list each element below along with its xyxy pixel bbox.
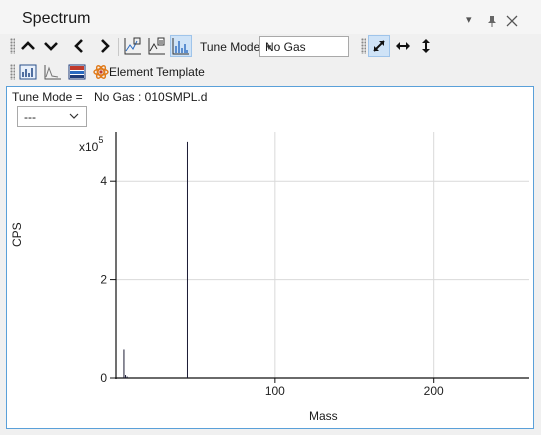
previous-button[interactable] <box>68 35 90 57</box>
y-multiplier-label: x105 <box>79 135 104 154</box>
toolbar-navigation: Tune Mode: No Gas ▼ <box>0 35 541 59</box>
periodic-table-icon <box>68 64 86 80</box>
spectrum-panel: Tune Mode = No Gas : 010SMPL.d --- 0 2 4 10… <box>6 86 534 429</box>
chevron-up-icon <box>21 41 35 50</box>
panel-title-bar: Spectrum ▾ <box>0 0 541 34</box>
close-icon[interactable] <box>506 15 518 30</box>
x-tick-label: 200 <box>424 384 444 398</box>
tune-mode-dropdown[interactable]: No Gas ▼ <box>259 36 349 57</box>
y-multiplier-exponent: 5 <box>98 135 104 145</box>
panel-menu-icon[interactable]: ▾ <box>466 13 472 26</box>
toolbar-separator <box>118 38 119 56</box>
fit-both-axes-button[interactable] <box>368 35 390 57</box>
spectrum-copy-icon <box>148 37 165 55</box>
chart-grid <box>116 132 529 378</box>
next-button[interactable] <box>94 35 116 57</box>
bar-chart-icon <box>19 64 37 80</box>
chevron-down-icon <box>44 42 58 51</box>
chevron-right-icon <box>101 39 110 53</box>
up-arrow-button[interactable] <box>17 35 39 57</box>
pin-icon[interactable] <box>487 15 497 30</box>
copy-spectrum-button[interactable] <box>146 35 168 57</box>
chart-tick-labels: 0 2 4 100 200 <box>100 174 444 398</box>
y-tick-label: 0 <box>100 371 107 385</box>
periodic-table-button[interactable] <box>66 61 88 83</box>
x-axis-label: Mass <box>309 409 338 423</box>
overlay-spectrum-button[interactable] <box>122 35 144 57</box>
bar-spectrum-button[interactable] <box>17 61 39 83</box>
vertical-arrows-icon <box>422 39 430 53</box>
atom-icon <box>93 65 109 79</box>
spectrum-overlay-icon <box>124 37 141 55</box>
tune-mode-label: Tune Mode: <box>200 40 264 54</box>
chart-axes <box>110 132 529 383</box>
fit-vertical-button[interactable] <box>415 35 437 57</box>
chart-bars <box>123 141 188 378</box>
element-template-button[interactable]: Element Template <box>93 62 205 82</box>
y-axis-label: CPS <box>10 222 24 247</box>
y-tick-label: 2 <box>100 273 107 287</box>
toolbar-grip[interactable] <box>10 64 15 80</box>
bar-spectrum-view-button[interactable] <box>170 35 192 57</box>
profile-spectrum-button[interactable] <box>42 61 64 83</box>
spectrum-bars-icon <box>172 38 189 55</box>
x-tick-label: 100 <box>265 384 285 398</box>
expand-diagonal-icon <box>373 40 385 52</box>
panel-title: Spectrum <box>22 10 91 27</box>
down-arrow-button[interactable] <box>40 35 62 57</box>
chevron-left-icon <box>74 39 83 53</box>
toolbar-view: Element Template <box>0 61 541 85</box>
horizontal-arrows-icon <box>396 42 410 50</box>
toolbar-grip[interactable] <box>10 38 15 54</box>
dropdown-arrow-icon: ▼ <box>265 43 273 52</box>
toolbar-grip[interactable] <box>361 38 366 54</box>
fit-horizontal-button[interactable] <box>392 35 414 57</box>
element-template-label: Element Template <box>109 65 205 79</box>
line-profile-icon <box>44 65 61 80</box>
y-tick-label: 4 <box>100 174 107 188</box>
